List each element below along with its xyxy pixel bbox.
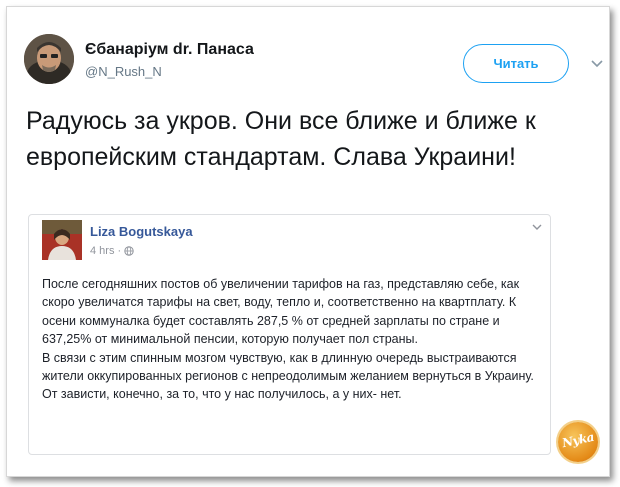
post-paragraph: В связи с этим спинным мозгом чувствую, … [42, 350, 534, 402]
user-handle[interactable]: @N_Rush_N [85, 64, 162, 79]
globe-icon [124, 246, 134, 256]
embedded-facebook-post[interactable]: Liza Bogutskaya 4 hrs · После сегодняшни… [28, 214, 551, 455]
post-timestamp[interactable]: 4 hrs [90, 245, 114, 257]
tweet-text: Радуюсь за укров. Они все ближе и ближе … [26, 107, 536, 171]
user-avatar[interactable] [24, 34, 74, 84]
chevron-down-icon[interactable] [590, 59, 604, 69]
post-body: После сегодняшних постов об увеличении т… [42, 275, 547, 404]
chevron-down-icon[interactable] [532, 224, 542, 231]
post-paragraph: После сегодняшних постов об увеличении т… [42, 277, 520, 347]
meta-separator: · [117, 245, 122, 257]
post-author-name[interactable]: Liza Bogutskaya [90, 224, 193, 239]
site-watermark-logo: Nyka [558, 422, 598, 462]
tweet-card: Єбанаріум dr. Панаса @N_Rush_N Читать Ра… [6, 6, 610, 477]
display-name[interactable]: Єбанаріум dr. Панаса [85, 41, 254, 59]
watermark-text: Nyka [560, 429, 596, 451]
follow-button[interactable]: Читать [463, 44, 569, 83]
post-author-avatar[interactable] [42, 220, 82, 260]
post-meta: 4 hrs · [90, 245, 134, 257]
